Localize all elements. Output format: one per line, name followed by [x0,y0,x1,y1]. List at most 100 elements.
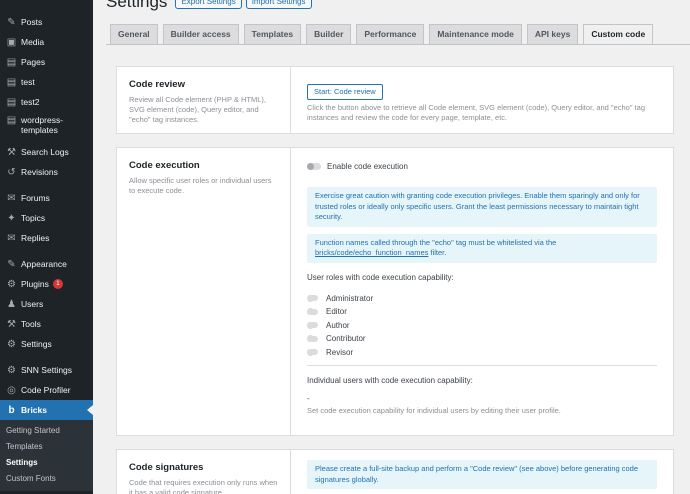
submenu-item-getting-started[interactable]: Getting Started [0,423,93,439]
submenu-item-settings[interactable]: Settings [0,455,93,471]
sidebar-item-code-profiler[interactable]: ◎ Code Profiler [0,380,93,400]
sidebar-item-search-logs[interactable]: ⚒ Search Logs [0,142,93,162]
role-label: Administrator [326,293,374,303]
sidebar-item-wordpress-templates[interactable]: ▤ wordpress-templates [0,112,93,142]
sidebar-item-label: SNN Settings [21,365,73,375]
media-icon: ▣ [6,36,17,48]
sidebar-item-topics[interactable]: ✦ Topics [0,208,93,228]
code-execution-title: Code execution [129,160,200,171]
export-settings-button[interactable]: Export Settings [175,0,242,9]
plugins-icon: ⚙ [7,278,16,290]
sidebar-item-label: Revisions [21,167,58,177]
sidebar-item-forums[interactable]: ✉ Forums [0,188,93,208]
individual-users-value: - [307,394,310,403]
sidebar-item-label: Appearance [21,259,67,269]
sidebar-item-snn-settings[interactable]: ⚙ SNN Settings [0,360,93,380]
appearance-icon: ✎ [7,258,16,270]
sidebar-item-replies[interactable]: ✉ Replies [0,228,93,248]
toggle-label: Enable code execution [327,162,408,171]
code-execution-description: Allow specific user roles or individual … [129,176,272,195]
users-icon: ♟ [7,298,16,310]
code-review-info: Code review Review all Code element (PHP… [117,67,291,133]
page-icon: ▤ [6,76,17,88]
toggle-switch[interactable] [307,348,318,356]
user-roles-label: User roles with code execution capabilit… [307,272,454,282]
code-review-panel: Code review Review all Code element (PHP… [116,66,674,134]
individual-users-help: Set code execution capability for indivi… [307,406,561,415]
sidebar-item-label: test2 [21,97,40,107]
sidebar-item-media[interactable]: ▣ Media [0,32,93,52]
tab-builder-access[interactable]: Builder access [162,24,239,44]
hammer-icon: ⚒ [7,146,16,158]
toggle-switch[interactable] [307,294,318,302]
role-toggle-author[interactable]: Author [307,319,657,333]
tab-general[interactable]: General [110,24,158,44]
code-icon: ◎ [7,384,16,396]
sidebar-item-label: Code Profiler [21,385,71,395]
tab-templates[interactable]: Templates [243,24,302,44]
history-icon: ↺ [7,166,16,178]
sidebar-item-bricks[interactable]: b Bricks [0,400,93,420]
tab-api-keys[interactable]: API keys [526,24,579,44]
role-toggle-contributor[interactable]: Contributor [307,332,657,346]
page-header: Settings Export Settings Import Settings [106,0,316,12]
toggle-switch[interactable] [307,335,318,343]
tab-performance[interactable]: Performance [356,24,425,44]
sidebar-item-label: test [21,77,35,87]
code-signatures-title: Code signatures [129,462,204,473]
sidebar-item-tools[interactable]: ⚒ Tools [0,314,93,334]
code-review-controls: Start: Code review Click the button abov… [291,67,673,133]
role-toggle-administrator[interactable]: Administrator [307,292,657,306]
sidebar-item-test2[interactable]: ▤ test2 [0,92,93,112]
sidebar-item-appearance[interactable]: ✎ Appearance [0,254,93,274]
submenu-item-custom-fonts[interactable]: Custom Fonts [0,471,93,487]
sidebar-item-users[interactable]: ♟ Users [0,294,93,314]
sidebar-top-spacer [0,0,93,12]
code-review-help: Click the button above to retrieve all C… [307,103,646,122]
sidebar-item-label: Topics [21,213,46,223]
sidebar-item-plugins[interactable]: ⚙ Plugins 1 [0,274,93,294]
forum-icon: ✉ [7,192,16,204]
sidebar-item-label: Bricks [21,405,47,415]
tab-maintenance-mode[interactable]: Maintenance mode [429,24,522,44]
sidebar-item-test[interactable]: ▤ test [0,72,93,92]
tabs-divider [106,44,690,45]
toggle-switch[interactable] [307,308,318,316]
submenu-item-templates[interactable]: Templates [0,439,93,455]
import-settings-button[interactable]: Import Settings [245,0,312,9]
sidebar-item-revisions[interactable]: ↺ Revisions [0,162,93,182]
enable-code-execution-toggle[interactable]: Enable code execution [307,162,657,171]
tools-icon: ⚒ [7,318,16,330]
page-title: Settings [106,0,168,11]
role-toggle-editor[interactable]: Editor [307,305,657,319]
code-execution-info: Code execution Allow specific user roles… [117,148,291,435]
echo-function-names-link[interactable]: bricks/code/echo_function_names [315,248,428,257]
topics-icon: ✦ [7,212,16,224]
start-code-review-button[interactable]: Start: Code review [307,84,383,100]
sidebar-item-settings[interactable]: ⚙ Settings [0,334,93,354]
page-icon: ▤ [6,56,17,68]
bricks-submenu: Getting Started Templates Settings Custo… [0,420,93,491]
toggle-switch[interactable] [307,321,318,329]
sidebar-item-label: Forums [21,193,50,203]
individual-users-label: Individual users with code execution cap… [307,376,473,385]
settings-icon: ⚙ [7,364,16,376]
sidebar-item-pages[interactable]: ▤ Pages [0,52,93,72]
update-count-badge: 1 [52,279,63,289]
settings-tabs: General Builder access Templates Builder… [110,24,658,45]
sidebar-item-label: Search Logs [21,147,69,157]
code-execution-panel: Code execution Allow specific user roles… [116,147,674,436]
echo-whitelist-notice: Function names called through the "echo"… [307,233,657,263]
code-signatures-panel: Code signatures Code that requires execu… [116,449,674,494]
sidebar-item-label: Settings [21,339,52,349]
pin-icon: ✎ [7,16,16,28]
tab-builder[interactable]: Builder [306,24,352,44]
code-execution-controls: Enable code execution Exercise great cau… [291,148,673,435]
sidebar-item-posts[interactable]: ✎ Posts [0,12,93,32]
role-toggle-revisor[interactable]: Revisor [307,346,657,360]
sidebar-item-label: Plugins [21,279,49,289]
role-label: Revisor [326,347,354,357]
tab-custom-code[interactable]: Custom code [583,24,654,45]
toggle-switch[interactable] [307,163,321,170]
section-divider [307,365,657,366]
